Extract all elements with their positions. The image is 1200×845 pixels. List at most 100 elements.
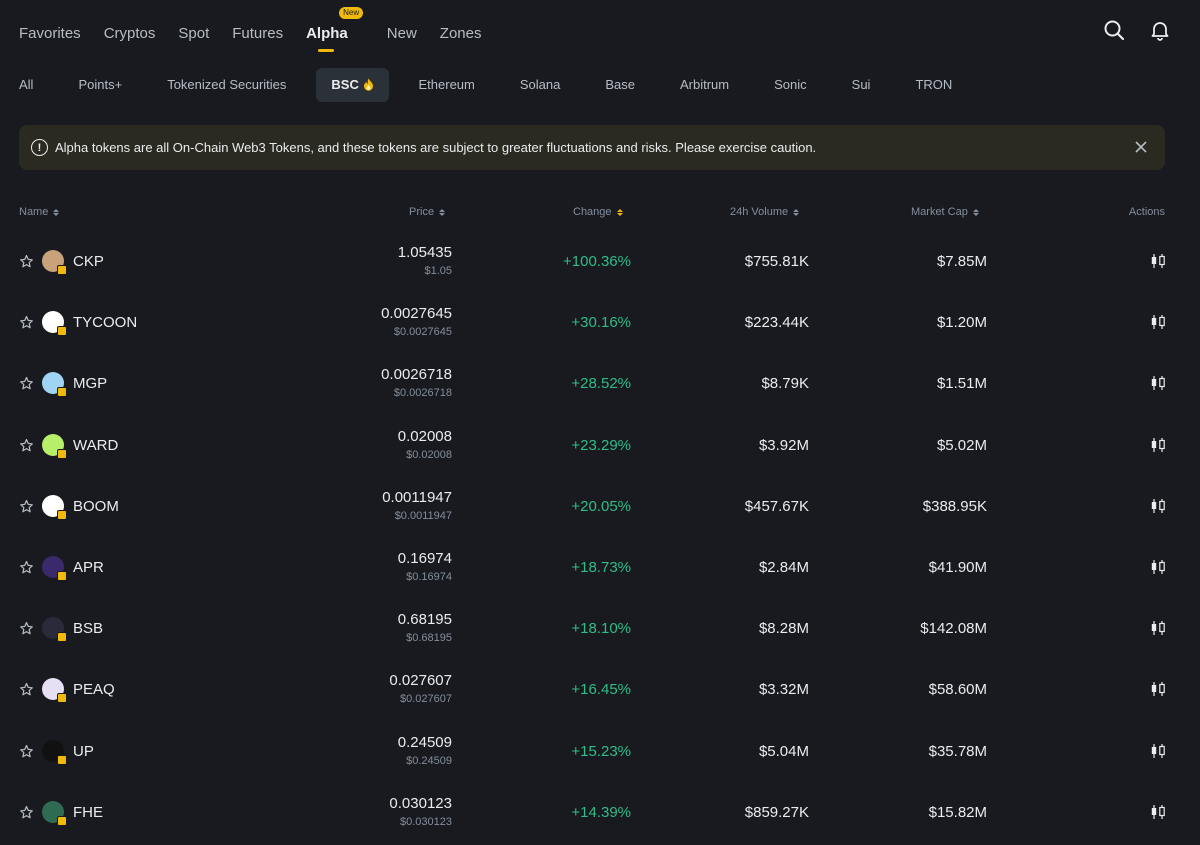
- table-row[interactable]: WARD 0.02008 $0.02008 +23.29% $3.92M $5.02M: [0, 415, 1200, 476]
- token-logo-icon: [42, 433, 67, 459]
- chain-arbitrum[interactable]: Arbitrum: [665, 68, 744, 102]
- token-symbol[interactable]: PEAQ: [73, 681, 115, 698]
- token-price-usd: $0.24509: [406, 754, 452, 767]
- token-symbol[interactable]: FHE: [73, 804, 103, 821]
- new-badge: New: [339, 6, 364, 19]
- token-change: +20.05%: [571, 497, 631, 515]
- bsc-chain-icon: [57, 632, 67, 643]
- chain-sonic[interactable]: Sonic: [759, 68, 822, 102]
- price-cell: 0.68195 $0.68195: [398, 611, 452, 644]
- sort-icon: [439, 208, 446, 216]
- star-icon[interactable]: [19, 621, 34, 636]
- header-price: Price: [409, 206, 435, 218]
- token-volume: $223.44K: [744, 314, 809, 332]
- star-icon[interactable]: [19, 438, 34, 453]
- token-symbol[interactable]: WARD: [73, 437, 118, 454]
- star-icon[interactable]: [19, 499, 34, 514]
- chain-ethereum[interactable]: Ethereum: [404, 68, 490, 102]
- chain-points-plus[interactable]: Points+: [63, 68, 137, 102]
- sort-change[interactable]: Change: [573, 206, 623, 218]
- token-symbol[interactable]: APR: [73, 559, 104, 576]
- sort-market-cap[interactable]: Market Cap: [911, 206, 979, 218]
- token-volume: $859.27K: [744, 803, 809, 821]
- candlestick-chart-icon[interactable]: [1149, 558, 1167, 576]
- token-change: +18.73%: [571, 558, 631, 576]
- sort-name[interactable]: Name: [19, 206, 60, 218]
- tab-new[interactable]: New: [387, 25, 417, 42]
- bell-icon[interactable]: [1148, 18, 1172, 42]
- token-list: CKP 1.05435 $1.05 +100.36% $755.81K $7.85M TYC…: [0, 231, 1200, 843]
- token-market-cap: $5.02M: [936, 436, 987, 454]
- token-volume: $5.04M: [758, 742, 809, 760]
- token-symbol[interactable]: CKP: [73, 253, 104, 270]
- candlestick-chart-icon[interactable]: [1149, 619, 1167, 637]
- token-market-cap: $41.90M: [928, 558, 987, 576]
- token-market-cap: $35.78M: [928, 742, 987, 760]
- table-row[interactable]: BSB 0.68195 $0.68195 +18.10% $8.28M $142.08M: [0, 598, 1200, 659]
- token-symbol[interactable]: MGP: [73, 375, 107, 392]
- candlestick-chart-icon[interactable]: [1149, 374, 1167, 392]
- tab-favorites[interactable]: Favorites: [19, 25, 81, 42]
- tab-spot[interactable]: Spot: [178, 25, 209, 42]
- chain-filter: All Points+ Tokenized Securities BSC Eth…: [19, 68, 982, 102]
- token-price-usd: $1.05: [424, 265, 452, 277]
- close-icon[interactable]: [1131, 137, 1151, 157]
- token-logo-icon: [42, 800, 67, 826]
- table-row[interactable]: FHE 0.030123 $0.030123 +14.39% $859.27K $15.8…: [0, 782, 1200, 843]
- candlestick-chart-icon[interactable]: [1149, 436, 1167, 454]
- candlestick-chart-icon[interactable]: [1149, 313, 1167, 331]
- header-name: Name: [19, 206, 49, 218]
- token-change: +30.16%: [571, 314, 631, 332]
- candlestick-chart-icon[interactable]: [1149, 742, 1167, 760]
- table-header: Name Price Change 24h Volume Market Cap …: [19, 200, 1165, 224]
- token-price: 0.027607: [389, 672, 452, 690]
- chain-tokenized-securities[interactable]: Tokenized Securities: [152, 68, 301, 102]
- chain-base[interactable]: Base: [590, 68, 650, 102]
- tab-alpha[interactable]: Alpha New: [306, 6, 364, 52]
- star-icon[interactable]: [19, 744, 34, 759]
- star-icon[interactable]: [19, 682, 34, 697]
- sort-price[interactable]: Price: [409, 206, 446, 218]
- sort-volume[interactable]: 24h Volume: [730, 206, 800, 218]
- bsc-chain-icon: [57, 265, 67, 275]
- star-icon[interactable]: [19, 376, 34, 391]
- chain-solana[interactable]: Solana: [505, 68, 575, 102]
- star-icon[interactable]: [19, 560, 34, 575]
- token-logo-icon: [42, 494, 67, 520]
- chain-sui[interactable]: Sui: [837, 68, 886, 102]
- chain-bsc[interactable]: BSC: [316, 68, 389, 102]
- chain-all[interactable]: All: [4, 68, 48, 102]
- token-symbol[interactable]: BOOM: [73, 498, 119, 515]
- candlestick-chart-icon[interactable]: [1149, 680, 1167, 698]
- token-symbol[interactable]: UP: [73, 743, 94, 760]
- candlestick-chart-icon[interactable]: [1149, 252, 1167, 270]
- table-row[interactable]: MGP 0.0026718 $0.0026718 +28.52% $8.79K $1.51…: [0, 353, 1200, 414]
- tab-cryptos[interactable]: Cryptos: [104, 25, 156, 42]
- price-cell: 0.027607 $0.027607: [389, 672, 452, 705]
- table-row[interactable]: TYCOON 0.0027645 $0.0027645 +30.16% $223.44K…: [0, 292, 1200, 353]
- token-logo-icon: [42, 250, 67, 275]
- token-symbol[interactable]: BSB: [73, 620, 103, 637]
- token-price: 1.05435: [397, 244, 452, 261]
- chain-tron[interactable]: TRON: [900, 68, 967, 102]
- star-icon[interactable]: [19, 315, 34, 330]
- candlestick-chart-icon[interactable]: [1149, 497, 1167, 515]
- tab-zones[interactable]: Zones: [440, 25, 482, 42]
- table-row[interactable]: UP 0.24509 $0.24509 +15.23% $5.04M $35.78M: [0, 721, 1200, 782]
- table-row[interactable]: CKP 1.05435 $1.05 +100.36% $755.81K $7.85M: [0, 231, 1200, 292]
- star-icon[interactable]: [19, 254, 34, 269]
- sort-active-icon: [616, 208, 623, 216]
- token-volume: $2.84M: [758, 558, 809, 576]
- candlestick-chart-icon[interactable]: [1149, 803, 1167, 821]
- token-symbol[interactable]: TYCOON: [73, 314, 137, 331]
- table-row[interactable]: BOOM 0.0011947 $0.0011947 +20.05% $457.67K $3…: [0, 476, 1200, 537]
- token-logo-icon: [42, 739, 67, 765]
- star-icon[interactable]: [19, 805, 34, 820]
- token-change: +23.29%: [571, 436, 631, 454]
- token-price: 0.0026718: [381, 366, 452, 384]
- tab-futures[interactable]: Futures: [232, 25, 283, 42]
- table-row[interactable]: PEAQ 0.027607 $0.027607 +16.45% $3.32M $58.60…: [0, 659, 1200, 720]
- search-icon[interactable]: [1102, 18, 1126, 42]
- table-row[interactable]: APR 0.16974 $0.16974 +18.73% $2.84M $41.90M: [0, 537, 1200, 598]
- bsc-chain-icon: [57, 815, 67, 826]
